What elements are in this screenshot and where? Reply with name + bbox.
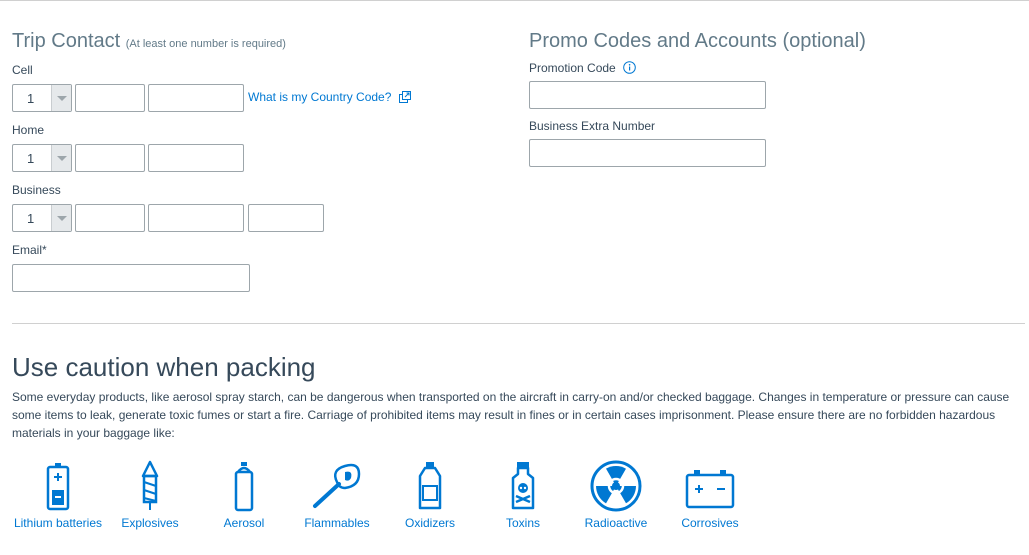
section-divider — [12, 323, 1025, 324]
top-divider — [0, 0, 1029, 1]
trip-contact-heading: Trip Contact (At least one number is req… — [12, 30, 286, 53]
hazard-label: Radioactive — [584, 516, 648, 530]
email-input[interactable] — [12, 264, 250, 292]
dropdown-arrow — [51, 85, 71, 111]
business-area-code-input[interactable] — [75, 204, 145, 232]
business-country-code-select[interactable]: 1 — [12, 204, 72, 232]
hazard-lithium-batteries: Lithium batteries — [12, 460, 104, 530]
aerosol-can-icon — [234, 462, 254, 512]
hazard-toxins: Toxins — [497, 460, 549, 530]
promotion-code-label-text: Promotion Code — [529, 61, 616, 75]
home-country-code-value: 1 — [27, 151, 35, 166]
chevron-down-icon — [57, 216, 67, 221]
hazard-label: Corrosives — [681, 516, 739, 530]
email-label: Email* — [12, 243, 47, 257]
country-code-link[interactable]: What is my Country Code? — [248, 90, 411, 104]
caution-heading: Use caution when packing — [12, 352, 316, 382]
promotion-code-input[interactable] — [529, 81, 766, 109]
business-country-code-value: 1 — [27, 211, 35, 226]
hazard-label: Aerosol — [223, 516, 265, 530]
country-code-link-text: What is my Country Code? — [248, 90, 392, 104]
dropdown-arrow — [51, 145, 71, 171]
chevron-down-icon — [57, 156, 67, 161]
bottle-icon — [418, 462, 442, 510]
hazard-label: Explosives — [121, 516, 179, 530]
hazard-label: Toxins — [505, 516, 540, 530]
business-extra-input[interactable] — [529, 139, 766, 167]
hazard-explosives: Explosives — [116, 460, 184, 530]
promotion-code-label: Promotion Code — [529, 61, 636, 75]
cell-number-input[interactable] — [148, 84, 244, 112]
cell-area-code-input[interactable] — [75, 84, 145, 112]
dropdown-arrow — [51, 205, 71, 231]
promo-heading: Promo Codes and Accounts (optional) — [529, 30, 866, 52]
home-area-code-input[interactable] — [75, 144, 145, 172]
info-icon[interactable] — [623, 61, 636, 74]
caution-text: Some everyday products, like aerosol spr… — [12, 390, 1010, 440]
business-number-input[interactable] — [148, 204, 244, 232]
firework-icon — [141, 460, 159, 510]
radioactive-icon — [590, 460, 642, 512]
trip-contact-title: Trip Contact — [12, 30, 121, 52]
battery-icon — [46, 463, 70, 511]
hazard-label: Flammables — [304, 516, 370, 530]
poison-bottle-icon — [511, 462, 535, 510]
business-extension-input[interactable] — [248, 204, 324, 232]
hazard-oxidizers: Oxidizers — [399, 460, 461, 530]
car-battery-icon — [685, 470, 735, 509]
business-extra-label: Business Extra Number — [529, 119, 656, 133]
hazard-aerosol: Aerosol — [213, 460, 275, 530]
business-label: Business — [12, 183, 61, 197]
home-label: Home — [12, 123, 45, 137]
hazard-label: Lithium batteries — [13, 516, 103, 530]
cell-country-code-value: 1 — [27, 91, 35, 106]
external-link-icon — [398, 91, 411, 103]
hazard-corrosives: Corrosives — [676, 460, 744, 530]
home-country-code-select[interactable]: 1 — [12, 144, 72, 172]
chevron-down-icon — [57, 96, 67, 101]
hazard-flammables: Flammables — [298, 460, 376, 530]
match-icon — [313, 463, 361, 508]
hazard-label: Oxidizers — [404, 516, 455, 530]
home-number-input[interactable] — [148, 144, 244, 172]
hazard-radioactive: Radioactive — [578, 460, 654, 530]
trip-contact-note: (At least one number is required) — [125, 38, 286, 50]
cell-country-code-select[interactable]: 1 — [12, 84, 72, 112]
cell-label: Cell — [12, 63, 33, 77]
